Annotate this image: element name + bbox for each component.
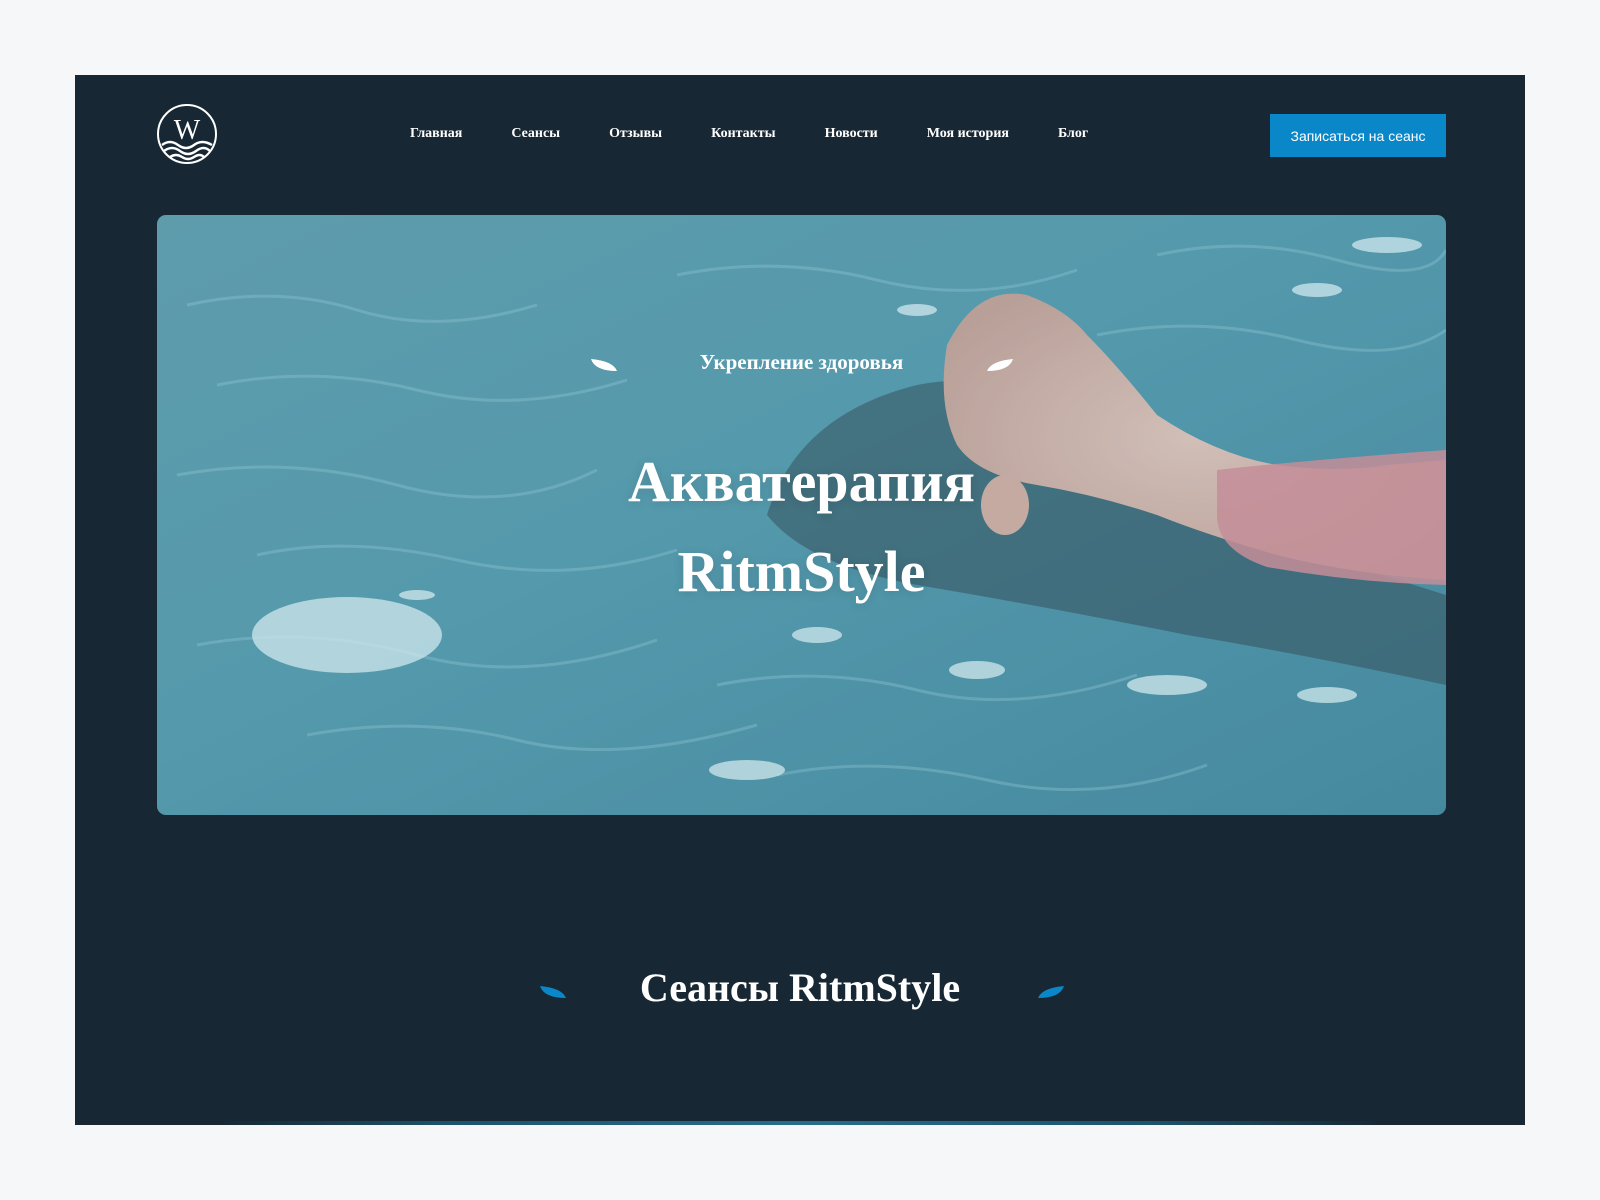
sessions-section-header: Сеансы RitmStyle	[75, 963, 1525, 1013]
book-session-button[interactable]: Записаться на сеанс	[1270, 114, 1446, 157]
sessions-title: Сеансы RitmStyle	[639, 965, 961, 1010]
nav-item-my-story[interactable]: Моя история	[927, 126, 1009, 142]
nav-item-reviews[interactable]: Отзывы	[609, 126, 662, 142]
logo[interactable]: W	[156, 103, 218, 165]
hero-banner: Укрепление здоровья Акватерапия RitmStyl…	[157, 215, 1446, 815]
main-nav: Главная Сеансы Отзывы Контакты Новости М…	[410, 122, 1088, 146]
leaf-icon	[1038, 986, 1064, 998]
nav-item-contacts[interactable]: Контакты	[711, 126, 775, 142]
logo-letter: W	[174, 115, 201, 146]
nav-item-sessions[interactable]: Сеансы	[511, 126, 560, 142]
nav-item-home[interactable]: Главная	[410, 126, 462, 142]
section-divider	[215, 1121, 1385, 1125]
hero-title-line-1: Акватерапия	[627, 449, 976, 514]
hero-content: Укрепление здоровья Акватерапия RitmStyl…	[157, 215, 1446, 815]
leaf-icon	[987, 359, 1013, 371]
nav-item-blog[interactable]: Блог	[1058, 126, 1088, 142]
hero-title: Акватерапия RitmStyle	[157, 437, 1446, 617]
hero-subtitle: Укрепление здоровья	[699, 350, 904, 374]
waves-logo-icon: W	[157, 104, 217, 164]
hero-subtitle-row: Укрепление здоровья	[157, 347, 1446, 379]
nav-item-news[interactable]: Новости	[825, 126, 878, 142]
hero-title-line-2: RitmStyle	[677, 539, 926, 604]
page-frame: W Главная Сеансы Отзывы Контакты Новости…	[75, 75, 1525, 1125]
